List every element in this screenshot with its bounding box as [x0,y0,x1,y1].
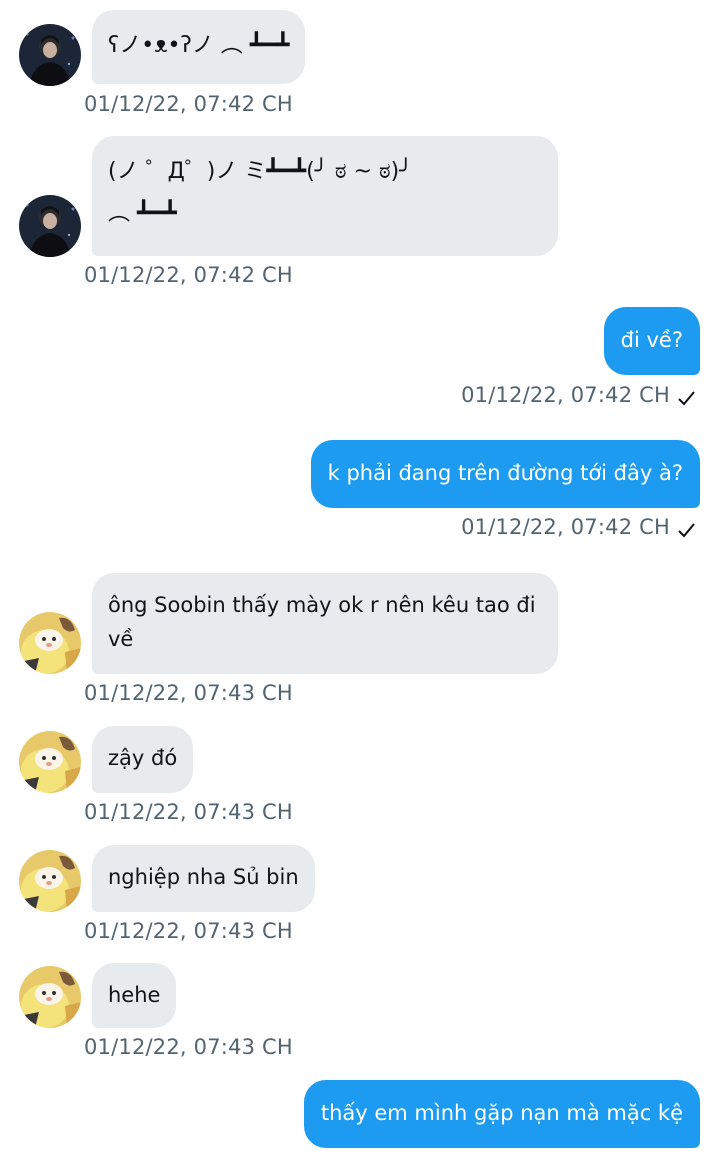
message-bubble-outgoing[interactable]: k phải đang trên đường tới đây à? [310,440,700,508]
message-bubble[interactable]: nghiệp nha Sủ bin [92,845,315,912]
message-timestamp: 01/12/22, 07:42 CH [461,383,670,407]
message-timestamp: 01/12/22, 07:42 CH [84,92,293,116]
message-bubble-outgoing[interactable]: thấy em mình gặp nạn mà mặc kệ [303,1080,700,1148]
sender-avatar-plush[interactable] [19,731,81,793]
message-bubble[interactable]: hehe [92,963,177,1028]
message-bubble[interactable]: (ノ ゜Д゜)ノ ミ┻━┻(╯ ಠ ~ ಠ)╯ ︵ ┻━┻ [92,136,558,256]
message-bubble[interactable]: ông Soobin thấy mày ok r nên kêu tao đi … [92,573,558,674]
message-bubble-outgoing[interactable]: đi về? [603,307,700,375]
message-timestamp: 01/12/22, 07:43 CH [84,919,293,943]
message-timestamp: 01/12/22, 07:42 CH [461,515,670,539]
sent-check-icon [678,523,695,538]
sender-avatar-plush[interactable] [19,612,81,674]
sender-avatar-plush[interactable] [19,966,81,1028]
message-timestamp: 01/12/22, 07:42 CH [84,263,293,287]
sent-check-icon [678,391,695,406]
message-timestamp: 01/12/22, 07:43 CH [84,800,293,824]
message-bubble[interactable]: ʕノ•ᴥ•ʔノ ︵ ┻━┻ [92,10,306,84]
message-timestamp: 01/12/22, 07:43 CH [84,681,293,705]
sender-avatar-plush[interactable] [19,850,81,912]
message-bubble[interactable]: zậy đó [92,726,194,793]
sender-avatar-dark[interactable] [19,195,81,257]
sender-avatar-dark[interactable] [19,24,81,86]
message-timestamp: 01/12/22, 07:43 CH [84,1035,293,1059]
